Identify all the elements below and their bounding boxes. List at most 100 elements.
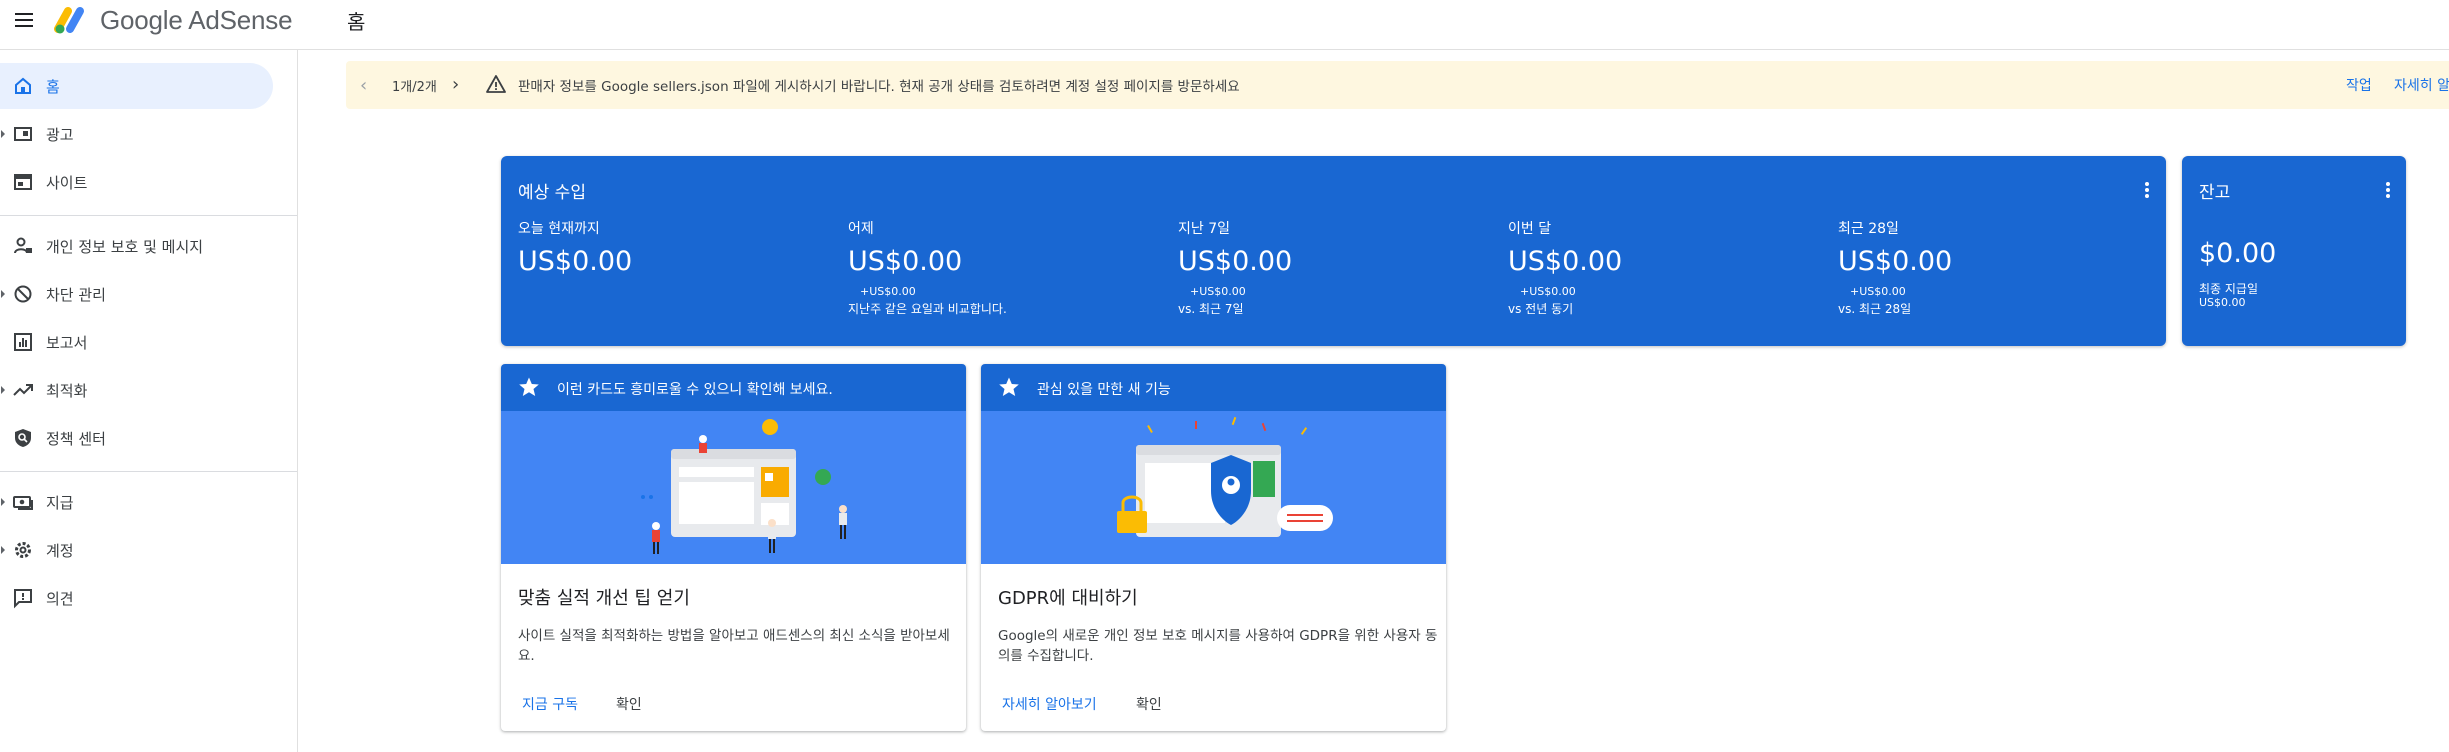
feedback-icon bbox=[14, 589, 32, 609]
expand-arrow-icon bbox=[1, 130, 5, 138]
metric-value: US$0.00 bbox=[1838, 246, 1953, 277]
account-gear-icon bbox=[15, 542, 31, 558]
card-title: 맞춤 실적 개선 팁 얻기 bbox=[518, 588, 690, 609]
metric-value: US$0.00 bbox=[518, 246, 633, 277]
ads-icon bbox=[14, 127, 32, 141]
sidebar-nav: 홈 광고 사이트 개인 정보 보호 및 메시지 차단 관리 보고서 최적화 정책… bbox=[0, 50, 298, 752]
sidebar-item-payments[interactable]: 지급 bbox=[0, 479, 273, 525]
dismiss-button[interactable]: 확인 bbox=[616, 694, 642, 714]
sidebar-item-home[interactable]: 홈 bbox=[0, 63, 273, 109]
metric-value: US$0.00 bbox=[1508, 246, 1623, 277]
metric-today: 오늘 현재까지 US$0.00 bbox=[518, 218, 838, 277]
metric-label: 오늘 현재까지 bbox=[518, 221, 600, 237]
sidebar-divider bbox=[0, 215, 297, 216]
metric-label: 이번 달 bbox=[1508, 221, 1552, 237]
card-body: 사이트 실적을 최적화하는 방법을 알아보고 애드센스의 최신 소식을 받아보세… bbox=[518, 628, 950, 664]
dismiss-button[interactable]: 확인 bbox=[1136, 694, 1162, 714]
sidebar-item-label: 의견 bbox=[46, 590, 74, 608]
sidebar-item-label: 정책 센터 bbox=[46, 430, 106, 448]
last-payment-label: 최종 지급일 bbox=[2199, 282, 2259, 296]
last-payment-value: US$0.00 bbox=[2199, 296, 2246, 309]
sidebar-item-optimization[interactable]: 최적화 bbox=[0, 367, 273, 413]
metric-value: US$0.00 bbox=[848, 246, 963, 277]
metric-delta: +US$0.00 bbox=[1520, 285, 1576, 298]
sidebar-item-label: 홈 bbox=[46, 78, 60, 96]
metric-label: 지난 7일 bbox=[1178, 221, 1230, 237]
banner-next-button[interactable]: › bbox=[452, 74, 459, 95]
metric-compare: vs. 최근 28일 bbox=[1838, 302, 1912, 316]
metric-compare: 지난주 같은 요일과 비교합니다. bbox=[848, 302, 1007, 316]
home-icon bbox=[15, 77, 31, 94]
sidebar-item-reports[interactable]: 보고서 bbox=[0, 319, 273, 365]
sidebar-item-blocking-controls[interactable]: 차단 관리 bbox=[0, 271, 273, 317]
card-body: Google의 새로운 개인 정보 보호 메시지를 사용하여 GDPR을 위한 … bbox=[998, 628, 1438, 664]
card-header: 이런 카드도 흥미로울 수 있으니 확인해 보세요. bbox=[501, 364, 966, 411]
subscribe-now-button[interactable]: 지금 구독 bbox=[522, 694, 578, 714]
main-menu-button[interactable] bbox=[10, 6, 38, 34]
estimated-earnings-card: 예상 수입 오늘 현재까지 US$0.00 어제 US$0.00 +US$0.0… bbox=[501, 156, 2166, 346]
sidebar-item-policy-center[interactable]: 정책 센터 bbox=[0, 415, 273, 461]
sidebar-item-ads[interactable]: 광고 bbox=[0, 111, 273, 157]
balance-title: 잔고 bbox=[2199, 183, 2231, 203]
card-header-text: 이런 카드도 흥미로울 수 있으니 확인해 보세요. bbox=[557, 382, 833, 398]
earnings-title: 예상 수입 bbox=[518, 183, 586, 203]
expand-arrow-icon bbox=[1, 498, 5, 506]
sidebar-item-label: 광고 bbox=[46, 126, 74, 144]
expand-arrow-icon bbox=[1, 290, 5, 298]
tips-illustration bbox=[501, 411, 966, 564]
metric-yesterday: 어제 US$0.00 +US$0.00 지난주 같은 요일과 비교합니다. bbox=[848, 218, 1168, 317]
sidebar-item-label: 지급 bbox=[46, 494, 74, 512]
sidebar-item-label: 차단 관리 bbox=[46, 286, 106, 304]
metric-this-month: 이번 달 US$0.00 +US$0.00 vs 전년 동기 bbox=[1508, 218, 1828, 317]
gdpr-card: 관심 있을 만한 새 기능 GDPR에 대비하기 Google의 새로운 개인 … bbox=[981, 364, 1446, 731]
balance-more-options-icon[interactable] bbox=[2378, 180, 2398, 200]
star-icon bbox=[519, 377, 539, 396]
metric-compare: vs. 최근 7일 bbox=[1178, 302, 1244, 316]
banner-prev-button[interactable]: ‹ bbox=[360, 75, 367, 96]
privacy-icon bbox=[14, 237, 32, 254]
learn-more-button[interactable]: 자세히 알아보기 bbox=[1002, 694, 1097, 714]
expand-arrow-icon bbox=[1, 386, 5, 394]
earnings-more-options-icon[interactable] bbox=[2137, 180, 2157, 200]
sidebar-divider bbox=[0, 471, 297, 472]
adsense-logo-icon bbox=[54, 7, 84, 34]
sites-icon bbox=[14, 174, 32, 190]
metric-label: 최근 28일 bbox=[1838, 221, 1899, 237]
sidebar-item-sites[interactable]: 사이트 bbox=[0, 159, 273, 205]
metric-value: US$0.00 bbox=[1178, 246, 1293, 277]
sidebar-item-label: 계정 bbox=[46, 542, 74, 560]
card-header-text: 관심 있을 만한 새 기능 bbox=[1037, 382, 1171, 398]
card-title: GDPR에 대비하기 bbox=[998, 588, 1138, 609]
metric-last-28-days: 최근 28일 US$0.00 +US$0.00 vs. 최근 28일 bbox=[1838, 218, 2158, 317]
sidebar-item-label: 보고서 bbox=[46, 334, 88, 352]
card-header: 관심 있을 만한 새 기능 bbox=[981, 364, 1446, 411]
metric-delta: +US$0.00 bbox=[860, 285, 916, 298]
banner-pager: 1개/2개 bbox=[392, 80, 437, 95]
policy-icon bbox=[15, 429, 31, 447]
notification-banner: ‹ 1개/2개 › 판매자 정보를 Google sellers.json 파일… bbox=[346, 61, 2449, 109]
expand-arrow-icon bbox=[1, 546, 5, 554]
warning-icon bbox=[486, 75, 506, 93]
banner-message: 판매자 정보를 Google sellers.json 파일에 게시하시기 바랍… bbox=[518, 79, 1240, 95]
sidebar-item-feedback[interactable]: 의견 bbox=[0, 575, 273, 621]
page-title: 홈 bbox=[347, 10, 366, 34]
sidebar-item-label: 최적화 bbox=[46, 382, 88, 400]
optimize-icon bbox=[13, 384, 33, 396]
banner-learn-more-link[interactable]: 자세히 알아보기 bbox=[2394, 75, 2449, 95]
banner-action-button[interactable]: 작업 bbox=[2346, 75, 2372, 95]
balance-card: 잔고 $0.00 최종 지급일 US$0.00 bbox=[2182, 156, 2406, 346]
metric-delta: +US$0.00 bbox=[1190, 285, 1246, 298]
metric-label: 어제 bbox=[848, 221, 874, 237]
payments-icon bbox=[13, 496, 33, 510]
reports-icon bbox=[14, 333, 32, 351]
top-app-bar: Google AdSense 홈 bbox=[0, 0, 2449, 50]
sidebar-item-account[interactable]: 계정 bbox=[0, 527, 273, 573]
metric-delta: +US$0.00 bbox=[1850, 285, 1906, 298]
tips-card: 이런 카드도 흥미로울 수 있으니 확인해 보세요. 맞춤 실적 개선 팁 얻기… bbox=[501, 364, 966, 731]
gdpr-illustration bbox=[981, 411, 1446, 564]
sidebar-item-label: 개인 정보 보호 및 메시지 bbox=[46, 238, 204, 256]
block-icon bbox=[14, 285, 32, 303]
sidebar-item-privacy-messaging[interactable]: 개인 정보 보호 및 메시지 bbox=[0, 223, 273, 269]
brand-name: Google AdSense bbox=[100, 5, 293, 35]
balance-value: $0.00 bbox=[2199, 238, 2277, 269]
